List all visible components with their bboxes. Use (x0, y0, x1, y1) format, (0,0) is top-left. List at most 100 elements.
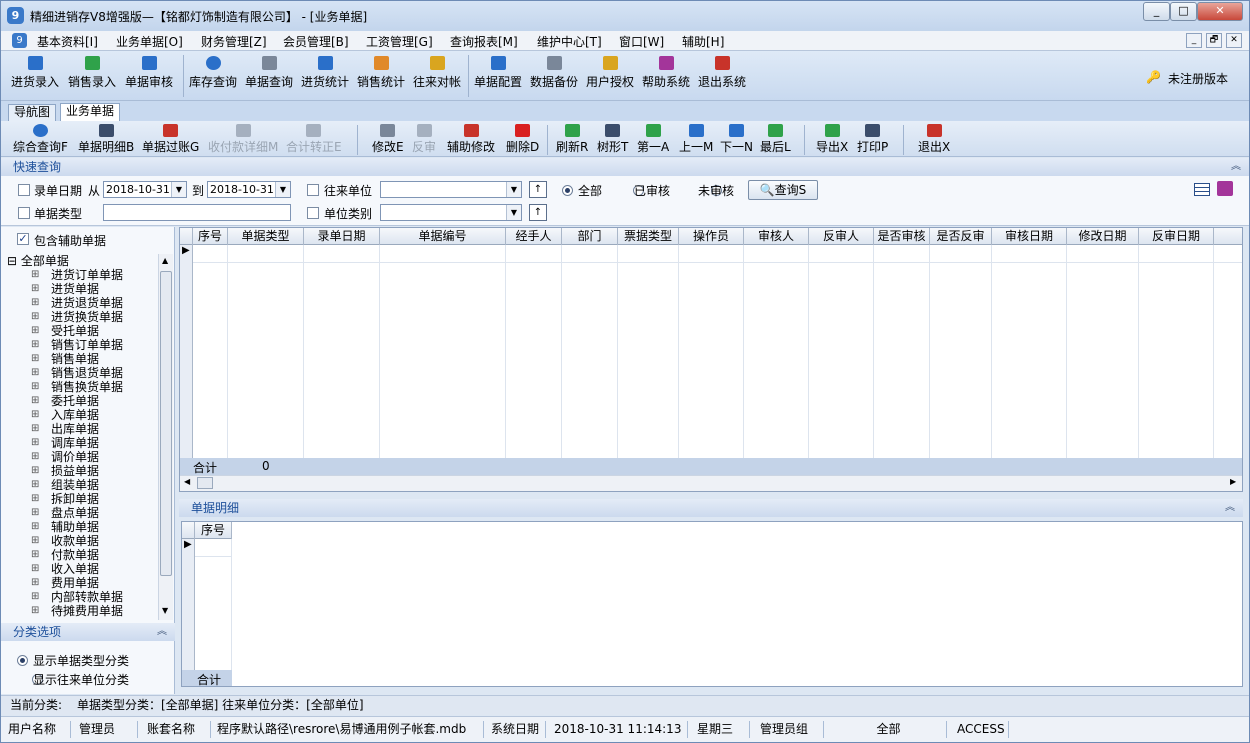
category-options-header[interactable]: 分类选项 ︽ (1, 623, 175, 641)
column-header[interactable]: 经手人 (506, 228, 562, 245)
column-header[interactable]: 是否审核 (874, 228, 930, 245)
menu-maintenance[interactable]: 维护中心[T] (537, 33, 602, 50)
radio-all[interactable] (562, 185, 573, 196)
mdi-minimize-button[interactable]: _ (1186, 33, 1202, 48)
mdi-close-button[interactable]: ✕ (1226, 33, 1242, 48)
mdi-restore-button[interactable]: 🗗 (1206, 33, 1222, 48)
tree-item[interactable]: ⊞ 收款单据 (7, 534, 157, 548)
documents-grid[interactable]: 序号 单据类型 录单日期 单据编号 经手人 部门 票据类型 操作员 审核人 反审人 是否审核 是否反审… (179, 227, 1243, 492)
tree-item[interactable]: ⊞ 进货单据 (7, 282, 157, 296)
tree-scrollbar[interactable]: ▲ ▼ (158, 254, 173, 620)
expand-box-icon[interactable]: ⊞ (31, 352, 39, 366)
tree-item[interactable]: ⊞ 销售单据 (7, 352, 157, 366)
expand-box-icon[interactable]: ⊞ (31, 576, 39, 590)
tree-item[interactable]: ⊞ 委托单据 (7, 394, 157, 408)
expand-box-icon[interactable]: ⊞ (31, 464, 39, 478)
scroll-down-icon[interactable]: ▼ (162, 606, 168, 615)
toolbar-help[interactable]: 帮助系统 (642, 54, 690, 90)
scroll-right-icon[interactable]: ▶ (1230, 477, 1236, 486)
expand-box-icon[interactable]: ⊞ (31, 590, 39, 604)
btn-aux-edit[interactable]: 辅助修改 (447, 123, 495, 155)
quick-search-header[interactable]: 快速查询 ︽ (1, 158, 1249, 176)
maximize-button[interactable]: □ (1170, 2, 1197, 21)
expand-box-icon[interactable]: ⊞ (31, 520, 39, 534)
column-header[interactable]: 单据编号 (380, 228, 506, 245)
scrollbar-thumb[interactable] (197, 477, 213, 489)
toolbar-purchase-stats[interactable]: 进货统计 (301, 54, 349, 90)
btn-tree[interactable]: 树形T (597, 123, 628, 155)
unit-category-select-button[interactable]: ↑ (529, 204, 547, 221)
column-header[interactable]: 是否反审 (930, 228, 992, 245)
toolbar-sales-entry[interactable]: 销售录入 (68, 54, 116, 90)
expand-box-icon[interactable]: ⊞ (31, 380, 39, 394)
expand-box-icon[interactable]: ⊞ (31, 338, 39, 352)
btn-next[interactable]: 下一N (720, 123, 753, 155)
column-header[interactable]: 操作员 (679, 228, 744, 245)
chevron-down-icon[interactable]: ▼ (506, 205, 521, 220)
book-icon[interactable] (1217, 181, 1233, 196)
tree-item[interactable]: ⊞ 入库单据 (7, 408, 157, 422)
expand-box-icon[interactable]: ⊞ (31, 394, 39, 408)
toolbar-exit[interactable]: 退出系统 (698, 54, 746, 90)
date-from-picker[interactable]: 2018-10-31 ▼ (103, 181, 187, 198)
tree-item[interactable]: ⊞ 组装单据 (7, 478, 157, 492)
tree-root[interactable]: ⊟ 全部单据 (7, 254, 157, 268)
toolbar-reconcile[interactable]: 往来对帐 (413, 54, 461, 90)
btn-prev[interactable]: 上一M (679, 123, 713, 155)
detail-header[interactable]: 单据明细 ︽ (179, 499, 1243, 517)
menu-basic-data[interactable]: 基本资料[I] (37, 33, 98, 50)
btn-first[interactable]: 第一A (637, 123, 669, 155)
scroll-left-icon[interactable]: ◀ (184, 477, 190, 486)
query-button[interactable]: 🔍查询S (748, 180, 818, 200)
column-header[interactable]: 部门 (562, 228, 618, 245)
collapse-icon[interactable]: ︽ (157, 623, 167, 641)
column-header[interactable]: 录单日期 (304, 228, 380, 245)
tab-navigation[interactable]: 导航图 (8, 104, 57, 121)
toolbar-doc-audit[interactable]: 单据审核 (125, 54, 173, 90)
menu-help[interactable]: 辅助[H] (682, 33, 724, 50)
tree-item[interactable]: ⊞ 付款单据 (7, 548, 157, 562)
grid-hscrollbar[interactable]: ◀ ▶ (180, 475, 1242, 491)
menu-payroll[interactable]: 工资管理[G] (366, 33, 433, 50)
tree-item[interactable]: ⊞ 拆卸单据 (7, 492, 157, 506)
detail-grid[interactable]: 序号 ▶ 合计 (181, 521, 1243, 687)
tree-item[interactable]: ⊞ 内部转款单据 (7, 590, 157, 604)
btn-doc-post[interactable]: 单据过账G (142, 123, 199, 155)
column-header[interactable]: 单据类型 (228, 228, 304, 245)
expand-box-icon[interactable]: ⊞ (31, 534, 39, 548)
tree-item[interactable]: ⊞ 进货退货单据 (7, 296, 157, 310)
tree-item[interactable]: ⊞ 收入单据 (7, 562, 157, 576)
tree-item[interactable]: ⊞ 销售退货单据 (7, 366, 157, 380)
radio-doc-type-category[interactable] (17, 655, 28, 666)
expand-box-icon[interactable]: ⊞ (31, 450, 39, 464)
tree-item[interactable]: ⊞ 受托单据 (7, 324, 157, 338)
menu-reports[interactable]: 查询报表[M] (450, 33, 518, 50)
doc-type-input[interactable] (103, 204, 291, 221)
expand-box-icon[interactable]: ⊞ (31, 562, 39, 576)
expand-box-icon[interactable]: ⊞ (31, 366, 39, 380)
menu-window[interactable]: 窗口[W] (619, 33, 664, 50)
expand-box-icon[interactable]: ⊞ (31, 310, 39, 324)
btn-doc-detail[interactable]: 单据明细B (78, 123, 134, 155)
tree-item[interactable]: ⊞ 销售换货单据 (7, 380, 157, 394)
btn-export[interactable]: 导出X (816, 123, 848, 155)
partner-checkbox[interactable] (307, 184, 319, 196)
partner-select-button[interactable]: ↑ (529, 181, 547, 198)
expand-box-icon[interactable]: ⊞ (31, 282, 39, 296)
expand-box-icon[interactable]: ⊞ (31, 268, 39, 282)
toolbar-purchase-entry[interactable]: 进货录入 (11, 54, 59, 90)
toolbar-doc-config[interactable]: 单据配置 (474, 54, 522, 90)
tree-item[interactable]: ⊞ 辅助单据 (7, 520, 157, 534)
toolbar-data-backup[interactable]: 数据备份 (530, 54, 578, 90)
partner-combo[interactable]: ▼ (380, 181, 522, 198)
scroll-up-icon[interactable]: ▲ (162, 256, 168, 265)
expand-box-icon[interactable]: ⊞ (31, 436, 39, 450)
column-header[interactable]: 反审人 (809, 228, 874, 245)
include-aux-checkbox[interactable] (17, 233, 29, 245)
close-button[interactable]: ✕ (1197, 2, 1243, 21)
expand-box-icon[interactable]: ⊞ (31, 478, 39, 492)
btn-delete[interactable]: 删除D (506, 123, 539, 155)
mdi-app-icon[interactable]: 9 (12, 33, 27, 48)
collapse-icon[interactable]: ︽ (1231, 158, 1241, 176)
doc-type-checkbox[interactable] (18, 207, 30, 219)
